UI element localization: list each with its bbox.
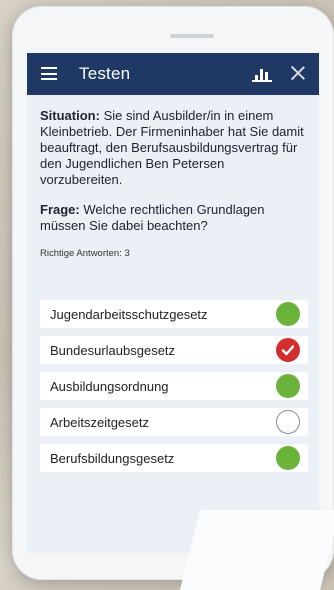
question-content: Situation: Sie sind Ausbilder/in in eine… — [40, 108, 310, 279]
close-icon[interactable] — [289, 64, 307, 82]
bar-chart-icon[interactable] — [252, 66, 272, 82]
situation-paragraph: Situation: Sie sind Ausbilder/in in eine… — [40, 108, 310, 188]
answer-option[interactable]: Ausbildungsordnung — [40, 372, 308, 400]
answer-option[interactable]: Arbeitszeitgesetz — [40, 408, 308, 436]
question-paragraph: Frage: Welche rechtlichen Grundlagen müs… — [40, 202, 310, 234]
correct-indicator-icon[interactable] — [276, 446, 300, 470]
app-screen: Testen Situation: Sie sind Ausbilder/in … — [27, 53, 319, 553]
answer-option[interactable]: Jugendarbeitsschutzgesetz — [40, 300, 308, 328]
question-label: Frage: — [40, 202, 80, 217]
empty-circle-icon[interactable] — [276, 410, 300, 434]
answer-label: Berufsbildungsgesetz — [50, 451, 175, 466]
correct-answers-count: Richtige Antworten: 3 — [40, 248, 130, 259]
answer-label: Arbeitszeitgesetz — [50, 415, 149, 430]
answer-option[interactable]: Berufsbildungsgesetz — [40, 444, 308, 472]
app-bar: Testen — [27, 53, 319, 95]
answer-label: Ausbildungsordnung — [50, 379, 169, 394]
checkmark-icon[interactable] — [276, 338, 300, 362]
phone-speaker — [170, 34, 214, 38]
answer-list: Jugendarbeitsschutzgesetz Bundesurlaubsg… — [40, 300, 308, 480]
hamburger-menu-icon[interactable] — [41, 67, 57, 80]
answer-option[interactable]: Bundesurlaubsgesetz — [40, 336, 308, 364]
answer-label: Bundesurlaubsgesetz — [50, 343, 176, 358]
situation-label: Situation: — [40, 108, 100, 123]
phone-glare — [180, 510, 334, 590]
correct-indicator-icon[interactable] — [276, 302, 300, 326]
app-title: Testen — [79, 64, 131, 83]
answer-label: Jugendarbeitsschutzgesetz — [50, 307, 208, 322]
correct-indicator-icon[interactable] — [276, 374, 300, 398]
